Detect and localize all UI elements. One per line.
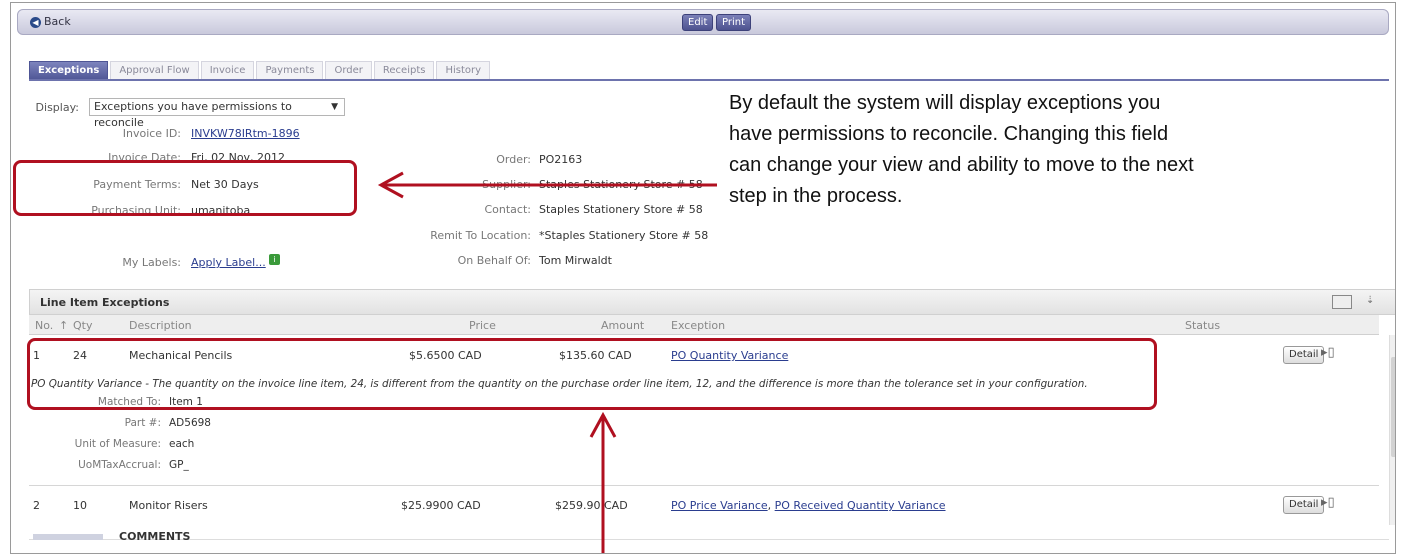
annotation-arrows: [377, 171, 717, 553]
invoice-window: ◀ Back Edit Print Exceptions Approval Flo…: [10, 2, 1396, 554]
